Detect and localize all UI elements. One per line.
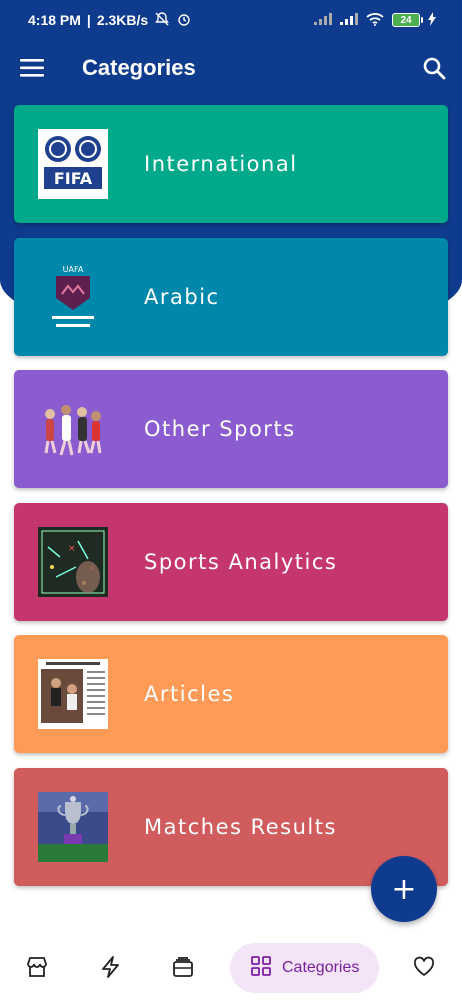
plus-icon: +	[391, 871, 417, 907]
page-title: Categories	[82, 55, 196, 80]
wifi-icon	[366, 12, 384, 29]
grid-icon	[250, 955, 272, 982]
uafa-logo: UAFA	[38, 262, 108, 332]
search-icon[interactable]	[422, 56, 446, 80]
nav-favorites[interactable]	[413, 956, 435, 982]
category-label: Arabic	[144, 284, 220, 309]
status-bar: 4:18 PM | 2.3KB/s 24	[0, 0, 462, 40]
newspaper-clipping	[38, 659, 108, 729]
add-button[interactable]: +	[371, 856, 437, 922]
flash-icon	[100, 956, 122, 982]
athletes-collage	[38, 394, 108, 464]
store-icon	[26, 956, 48, 982]
app-bar: Categories	[0, 40, 462, 96]
battery-icon: 24	[392, 13, 423, 27]
category-card-other-sports[interactable]: Other Sports	[14, 370, 448, 488]
signal-icon	[314, 12, 332, 28]
nav-tickets[interactable]	[172, 956, 194, 982]
heart-icon	[413, 956, 435, 982]
ticket-icon	[172, 956, 194, 982]
bottom-navigation: Categories	[0, 938, 462, 1000]
svg-text:UAFA: UAFA	[63, 265, 84, 274]
status-time: 4:18 PM	[28, 12, 81, 28]
signal-icon-2	[340, 12, 358, 28]
svg-text:×: ×	[68, 544, 76, 554]
nav-categories-label: Categories	[282, 959, 360, 976]
menu-icon[interactable]	[20, 58, 44, 78]
category-label: Matches Results	[144, 814, 337, 839]
category-card-articles[interactable]: Articles	[14, 635, 448, 753]
category-label: International	[144, 152, 298, 176]
category-list: FIFA International UAFA Arabic Other Spo…	[14, 105, 448, 900]
charging-icon	[428, 11, 436, 29]
premier-league-trophy	[38, 791, 108, 862]
nav-store[interactable]	[26, 956, 48, 982]
nav-flash[interactable]	[100, 956, 122, 982]
fifa-logo: FIFA	[38, 129, 108, 199]
category-card-sports-analytics[interactable]: × × Sports Analytics	[14, 502, 448, 621]
category-label: Sports Analytics	[144, 549, 338, 574]
category-card-international[interactable]: FIFA International	[14, 105, 448, 223]
status-net-speed: 2.3KB/s	[96, 12, 149, 28]
category-label: Other Sports	[144, 417, 296, 441]
svg-text:FIFA: FIFA	[54, 169, 93, 188]
alarm-icon	[176, 11, 192, 30]
nav-categories[interactable]: Categories	[230, 943, 380, 993]
category-label: Articles	[144, 682, 235, 706]
notifications-muted-icon	[154, 11, 170, 30]
tactics-board: × ×	[38, 526, 108, 597]
category-card-arabic[interactable]: UAFA Arabic	[14, 237, 448, 356]
